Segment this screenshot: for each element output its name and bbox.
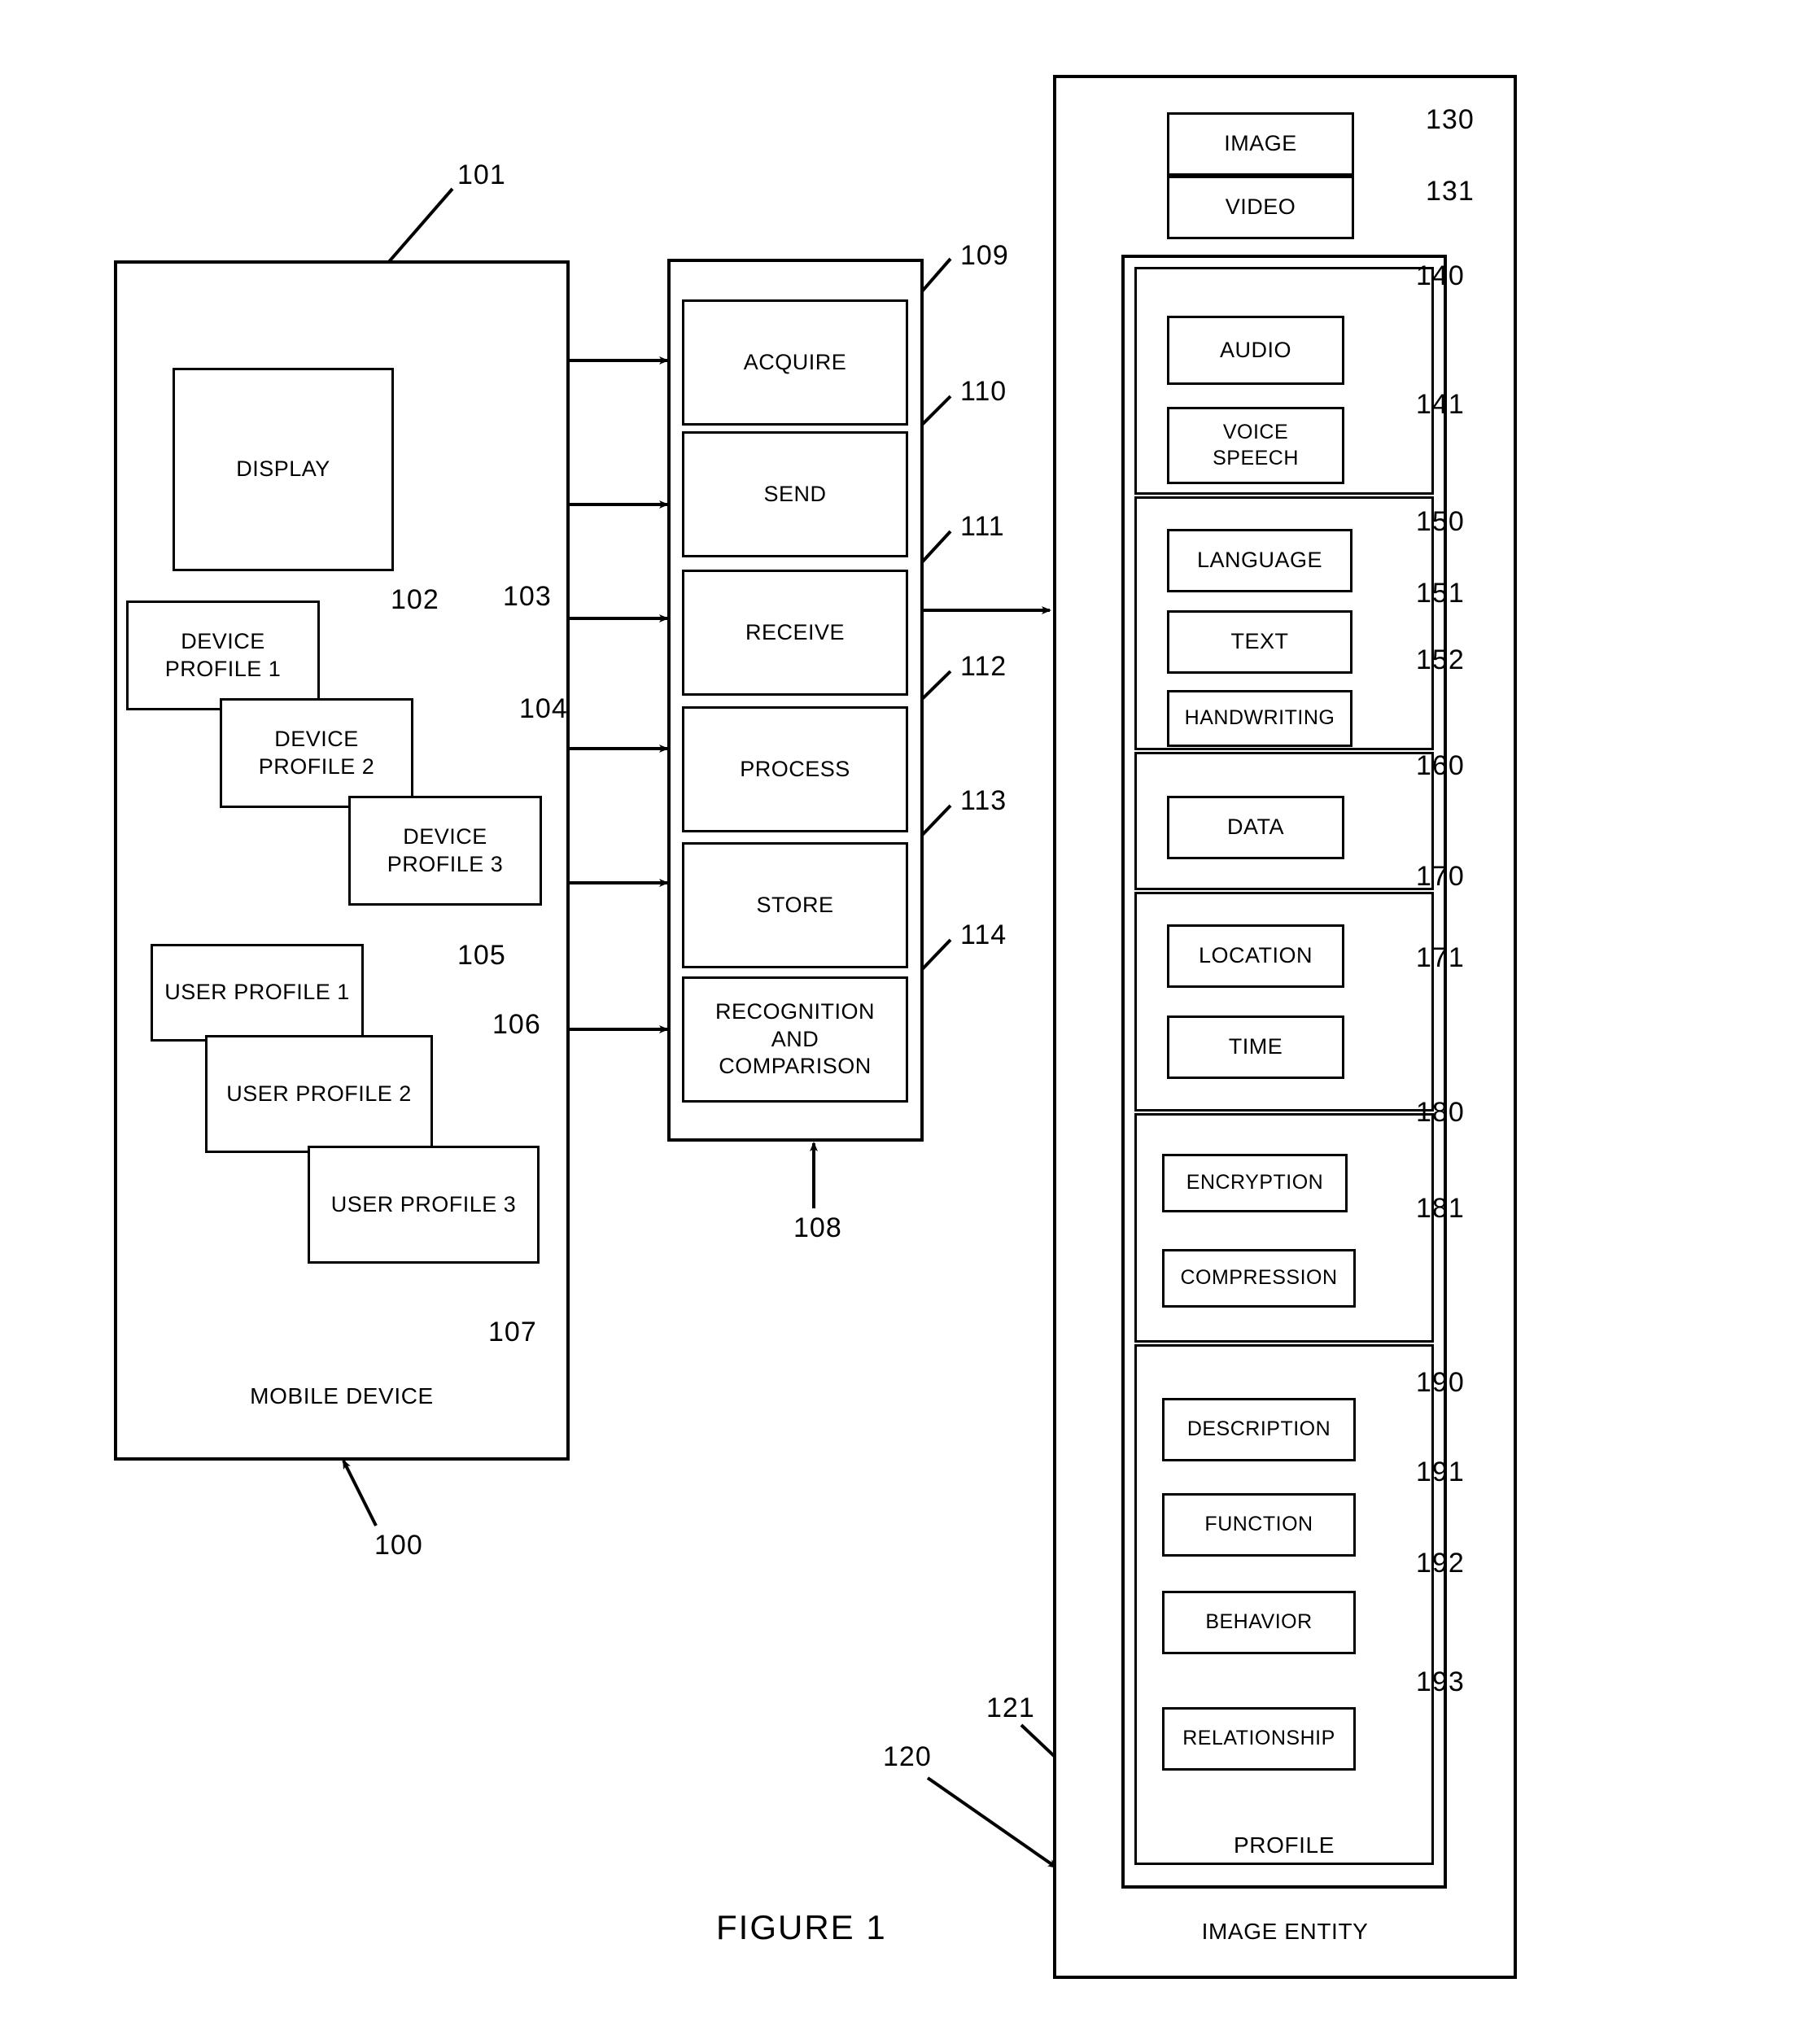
relationship-label: RELATIONSHIP bbox=[1182, 1727, 1335, 1750]
ref-180: 180 bbox=[1416, 1097, 1465, 1128]
image-entity-caption: IMAGE ENTITY bbox=[1201, 1919, 1369, 1944]
ref-121: 121 bbox=[986, 1692, 1035, 1723]
security-group bbox=[1134, 1113, 1434, 1343]
recognition-and-comparison-label: RECOGNITION AND COMPARISON bbox=[714, 998, 875, 1079]
ref-171: 171 bbox=[1416, 942, 1465, 973]
send-box[interactable]: SEND bbox=[682, 431, 908, 557]
function-box[interactable]: FUNCTION bbox=[1162, 1493, 1356, 1557]
ref-181: 181 bbox=[1416, 1193, 1465, 1224]
ref-101: 101 bbox=[457, 159, 506, 190]
ref-107: 107 bbox=[488, 1317, 537, 1347]
device-profile-2-label: DEVICE PROFILE 2 bbox=[258, 726, 375, 779]
encryption-label: ENCRYPTION bbox=[1186, 1171, 1324, 1195]
display-box[interactable]: DISPLAY bbox=[173, 368, 394, 571]
handwriting-box[interactable]: HANDWRITING bbox=[1167, 690, 1352, 747]
ref-106: 106 bbox=[492, 1009, 541, 1040]
data-box[interactable]: DATA bbox=[1167, 796, 1344, 859]
voice-speech-label: VOICE SPEECH bbox=[1213, 421, 1299, 470]
ref-131: 131 bbox=[1426, 176, 1475, 207]
device-profile-2-box[interactable]: DEVICE PROFILE 2 bbox=[220, 698, 413, 808]
ref-193: 193 bbox=[1416, 1666, 1465, 1697]
compression-box[interactable]: COMPRESSION bbox=[1162, 1249, 1356, 1308]
figure-label: FIGURE 1 bbox=[716, 1908, 887, 1946]
encryption-box[interactable]: ENCRYPTION bbox=[1162, 1154, 1348, 1212]
ref-114: 114 bbox=[960, 919, 1007, 950]
user-profile-1-label: USER PROFILE 1 bbox=[164, 980, 350, 1005]
send-label: SEND bbox=[763, 481, 827, 506]
device-profile-1-label: DEVICE PROFILE 1 bbox=[164, 628, 282, 681]
ref-152: 152 bbox=[1416, 644, 1465, 675]
time-box[interactable]: TIME bbox=[1167, 1015, 1344, 1079]
ref-104: 104 bbox=[519, 693, 568, 724]
receive-label: RECEIVE bbox=[745, 619, 846, 644]
ref-112: 112 bbox=[960, 651, 1007, 682]
language-label: LANGUAGE bbox=[1196, 548, 1323, 573]
process-label: PROCESS bbox=[740, 756, 850, 781]
language-box[interactable]: LANGUAGE bbox=[1167, 529, 1352, 592]
ref-100: 100 bbox=[374, 1530, 423, 1561]
time-label: TIME bbox=[1228, 1034, 1283, 1059]
description-box[interactable]: DESCRIPTION bbox=[1162, 1398, 1356, 1461]
ref-111: 111 bbox=[960, 511, 1005, 542]
behavior-box[interactable]: BEHAVIOR bbox=[1162, 1591, 1356, 1654]
user-profile-2-box[interactable]: USER PROFILE 2 bbox=[205, 1035, 433, 1153]
receive-box[interactable]: RECEIVE bbox=[682, 570, 908, 696]
mobile-device-caption: MOBILE DEVICE bbox=[250, 1383, 434, 1409]
compression-label: COMPRESSION bbox=[1180, 1266, 1338, 1290]
store-label: STORE bbox=[756, 892, 834, 917]
video-label: VIDEO bbox=[1225, 194, 1296, 220]
profile-caption: PROFILE bbox=[1233, 1832, 1335, 1858]
ref-103: 103 bbox=[503, 581, 552, 612]
ref-105: 105 bbox=[457, 940, 506, 971]
ref-150: 150 bbox=[1416, 506, 1465, 537]
data-label: DATA bbox=[1226, 815, 1284, 840]
user-profile-3-label: USER PROFILE 3 bbox=[330, 1191, 517, 1216]
ref-160: 160 bbox=[1416, 750, 1465, 781]
text-box[interactable]: TEXT bbox=[1167, 610, 1352, 674]
ref-102: 102 bbox=[391, 584, 439, 615]
ref-141: 141 bbox=[1416, 389, 1465, 420]
audio-label: AUDIO bbox=[1219, 337, 1291, 362]
function-label: FUNCTION bbox=[1204, 1513, 1313, 1536]
device-profile-3-box[interactable]: DEVICE PROFILE 3 bbox=[348, 796, 542, 906]
ref-140: 140 bbox=[1416, 260, 1465, 291]
user-profile-2-label: USER PROFILE 2 bbox=[226, 1081, 412, 1106]
relationship-box[interactable]: RELATIONSHIP bbox=[1162, 1707, 1356, 1771]
ref-151: 151 bbox=[1416, 578, 1465, 609]
acquire-box[interactable]: ACQUIRE bbox=[682, 299, 908, 426]
ref-192: 192 bbox=[1416, 1548, 1465, 1579]
process-box[interactable]: PROCESS bbox=[682, 706, 908, 832]
image-label: IMAGE bbox=[1224, 131, 1297, 156]
ref-130: 130 bbox=[1426, 104, 1475, 135]
ref-109: 109 bbox=[960, 240, 1009, 271]
audio-box[interactable]: AUDIO bbox=[1167, 316, 1344, 385]
store-box[interactable]: STORE bbox=[682, 842, 908, 968]
image-box[interactable]: IMAGE bbox=[1167, 112, 1354, 176]
text-label: TEXT bbox=[1230, 629, 1289, 654]
patent-figure-1: DISPLAY DEVICE PROFILE 1 DEVICE PROFILE … bbox=[0, 0, 1796, 2044]
handwriting-label: HANDWRITING bbox=[1184, 706, 1335, 730]
video-box[interactable]: VIDEO bbox=[1167, 176, 1354, 239]
location-label: LOCATION bbox=[1198, 943, 1313, 968]
device-profile-3-label: DEVICE PROFILE 3 bbox=[387, 823, 504, 876]
user-profile-1-box[interactable]: USER PROFILE 1 bbox=[151, 944, 364, 1042]
ref-170: 170 bbox=[1416, 861, 1465, 892]
ref-120: 120 bbox=[883, 1741, 932, 1772]
ref-113: 113 bbox=[960, 785, 1007, 816]
display-label: DISPLAY bbox=[236, 456, 330, 482]
description-label: DESCRIPTION bbox=[1186, 1417, 1331, 1441]
voice-speech-box[interactable]: VOICE SPEECH bbox=[1167, 407, 1344, 484]
user-profile-3-box[interactable]: USER PROFILE 3 bbox=[308, 1146, 540, 1264]
ref-190: 190 bbox=[1416, 1367, 1465, 1398]
ref-110: 110 bbox=[960, 376, 1007, 407]
recognition-and-comparison-box[interactable]: RECOGNITION AND COMPARISON bbox=[682, 976, 908, 1103]
ref-108: 108 bbox=[793, 1212, 842, 1243]
location-box[interactable]: LOCATION bbox=[1167, 924, 1344, 988]
acquire-label: ACQUIRE bbox=[743, 349, 847, 374]
behavior-label: BEHAVIOR bbox=[1205, 1610, 1313, 1634]
device-profile-1-box[interactable]: DEVICE PROFILE 1 bbox=[126, 601, 320, 710]
ref-191: 191 bbox=[1416, 1457, 1465, 1487]
